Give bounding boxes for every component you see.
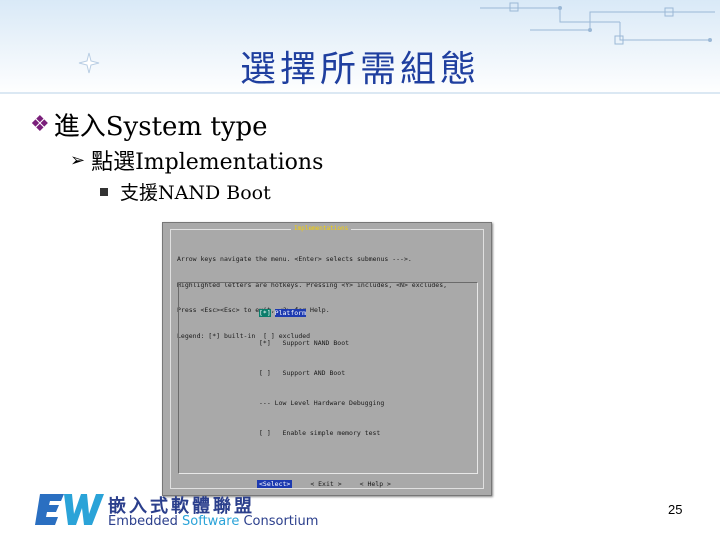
terminal-frame: Implementations Arrow keys navigate the … xyxy=(170,225,484,489)
esw-logo-icon xyxy=(35,494,104,525)
help-line: Arrow keys navigate the menu. <Enter> se… xyxy=(177,255,412,263)
terminal-screenshot: Implementations Arrow keys navigate the … xyxy=(162,222,492,496)
bullet-level3: 支援NAND Boot xyxy=(100,178,271,205)
terminal-window-title: Implementations xyxy=(291,225,352,232)
terminal-buttons: <Select> < Exit > < Help > xyxy=(257,480,457,488)
header-divider xyxy=(0,92,720,94)
page-number: 25 xyxy=(668,502,683,517)
bullet-level2: ➢ 點選Implementations xyxy=(70,144,323,176)
menu-list: [*] Platform [*] Support NAND Boot [ ] S… xyxy=(259,288,384,458)
arrow-bullet-icon: ➢ xyxy=(70,149,86,171)
menu-item-nand-boot[interactable]: [*] Support NAND Boot xyxy=(259,338,384,348)
menu-item-debugging[interactable]: --- Low Level Hardware Debugging xyxy=(259,398,384,408)
slide-title: 選擇所需組態 xyxy=(239,49,480,90)
menu-box: [*] Platform [*] Support NAND Boot [ ] S… xyxy=(178,282,478,474)
help-button[interactable]: < Help > xyxy=(360,480,391,488)
exit-button[interactable]: < Exit > xyxy=(310,480,341,488)
diamond-bullet-icon: ❖ xyxy=(30,112,50,137)
slide: 選擇所需組態 ❖ 進入System type ➢ 點選Implementatio… xyxy=(0,0,720,540)
logo-english-text: Embedded Software Consortium xyxy=(108,514,319,529)
square-bullet-icon xyxy=(100,187,108,196)
bullet-level1-text: 進入System type xyxy=(53,112,268,142)
menu-item-memory-test[interactable]: [ ] Enable simple memory test xyxy=(259,428,384,438)
bullet-level1: ❖ 進入System type xyxy=(30,106,268,143)
select-button[interactable]: <Select> xyxy=(257,480,293,488)
menu-item-and-boot[interactable]: [ ] Support AND Boot xyxy=(259,368,384,378)
menu-item-platform[interactable]: [*] Platform xyxy=(259,308,384,318)
bullet-level3-text: 支援NAND Boot xyxy=(120,182,271,204)
bullet-level2-text: 點選Implementations xyxy=(91,150,324,175)
